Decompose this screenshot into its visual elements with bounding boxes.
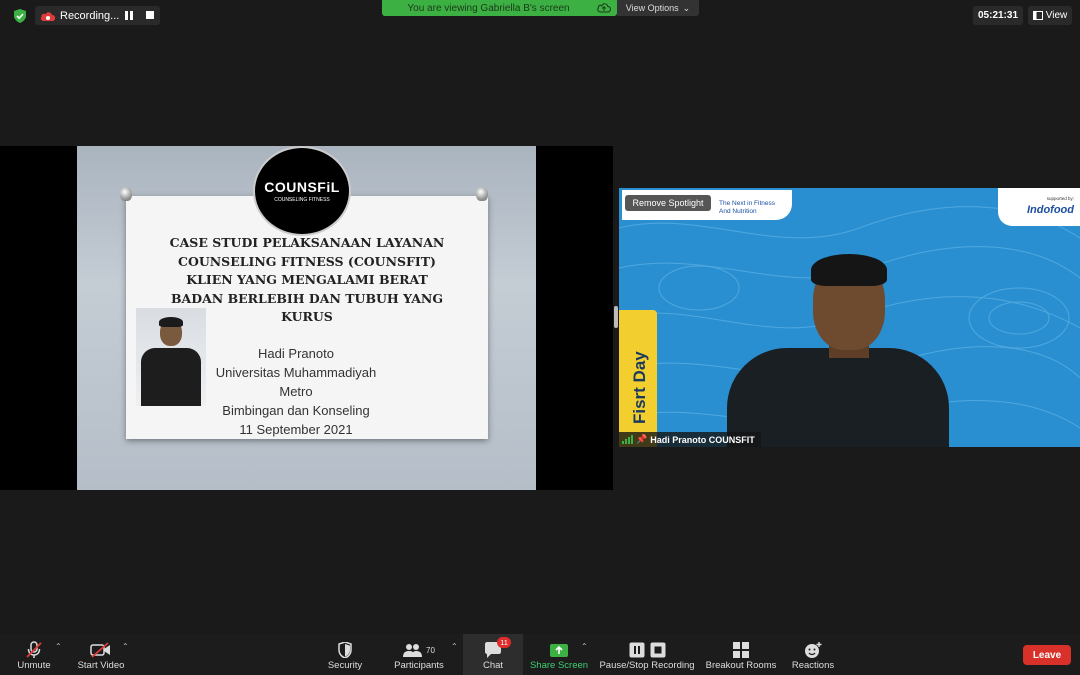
view-button[interactable]: View (1028, 6, 1072, 25)
slide-title-line: BADAN BERLEBIH DAN TUBUH YANG (170, 290, 444, 306)
stop-icon (650, 642, 665, 658)
pushpin-icon (120, 187, 132, 201)
cloud-recording-icon (40, 11, 56, 21)
leave-button[interactable]: Leave (1023, 645, 1071, 665)
resize-handle[interactable] (614, 306, 618, 328)
signal-strength-icon (622, 435, 633, 444)
reactions-label: Reactions (791, 660, 835, 671)
presenter-hair (811, 254, 887, 286)
participant-name: Hadi Pranoto COUNSFIT (650, 434, 755, 445)
slide-title-line: KLIEN YANG MENGALAMI BERAT (186, 272, 428, 287)
microphone-muted-icon (26, 641, 42, 658)
chevron-down-icon: ⌄ (682, 2, 691, 13)
breakout-rooms-label: Breakout Rooms (705, 660, 777, 671)
breakout-rooms-button[interactable]: Breakout Rooms (705, 634, 777, 675)
logo-text: COUNSFiL (264, 179, 340, 195)
participants-count: 70 (426, 645, 435, 655)
video-camera-off-icon (90, 642, 110, 658)
chevron-up-icon[interactable]: ⌃ (55, 642, 62, 651)
participant-name-tag: 📌 Hadi Pranoto COUNSFIT (619, 432, 761, 447)
share-screen-button[interactable]: Share Screen (528, 634, 590, 675)
presenter-photo (136, 308, 206, 406)
unmute-button[interactable]: Unmute (14, 634, 54, 675)
remove-spotlight-button[interactable]: Remove Spotlight (625, 195, 711, 211)
chat-unread-badge: 11 (497, 637, 511, 648)
author-department: Bimbingan dan Konseling (222, 403, 370, 418)
share-screen-icon (550, 643, 568, 657)
side-banner-text: Fisrt Day (630, 351, 649, 424)
security-label: Security (327, 660, 363, 671)
presentation-slide: CASE STUDI PELAKSANAAN LAYANAN COUNSELIN… (77, 146, 536, 490)
smiley-plus-icon (805, 642, 822, 658)
slide-title-line: CASE STUDI PELAKSANAAN LAYANAN (169, 235, 445, 250)
chevron-up-icon[interactable]: ⌃ (451, 642, 458, 651)
slide-author-block: Hadi Pranoto Universitas Muhammadiyah Me… (206, 344, 386, 439)
supported-by-label: supported by: (1046, 196, 1074, 201)
pause-recording-icon[interactable] (125, 11, 133, 20)
view-options-button[interactable]: View Options ⌄ (617, 0, 699, 16)
logo-subtext: COUNSELING FITNESS (274, 197, 330, 203)
shield-icon[interactable] (13, 9, 27, 23)
event-tagline: And Nutrition (719, 208, 757, 215)
meeting-toolbar: Unmute ⌃ Start Video ⌃ Security 70 Parti… (0, 634, 1080, 675)
chevron-up-icon[interactable]: ⌃ (581, 642, 588, 651)
unmute-label: Unmute (17, 660, 51, 671)
pin-icon: 📌 (636, 434, 648, 444)
meeting-timer: 05:21:31 (973, 6, 1023, 25)
participants-label: Participants (394, 660, 444, 671)
start-video-label: Start Video (77, 660, 125, 671)
event-tagline: The Next in Fitness (719, 200, 775, 207)
participants-icon (403, 644, 423, 657)
spotlight-video[interactable]: The Next in Fitness And Nutrition suppor… (619, 188, 1080, 447)
slide-date: 11 September 2021 (239, 422, 353, 437)
recording-indicator: Recording... (35, 6, 160, 25)
slide-title-line: COUNSELING FITNESS (COUNSFIT) (178, 253, 436, 269)
stop-recording-icon[interactable] (146, 11, 154, 19)
grid-view-icon (1032, 11, 1043, 20)
share-screen-label: Share Screen (529, 660, 589, 671)
start-video-button[interactable]: Start Video (75, 634, 127, 675)
reactions-button[interactable]: Reactions (790, 634, 836, 675)
pause-stop-recording-button[interactable]: Pause/Stop Recording (598, 634, 696, 675)
view-options-label: View Options (625, 3, 679, 13)
breakout-rooms-icon (733, 642, 749, 658)
sponsor-name: Indofood (1026, 204, 1074, 216)
shield-icon (338, 642, 352, 658)
view-label: View (1045, 10, 1068, 21)
counsfit-logo: COUNSFiL COUNSELING FITNESS (253, 146, 351, 236)
shared-screen[interactable]: CASE STUDI PELAKSANAAN LAYANAN COUNSELIN… (0, 146, 613, 490)
pause-stop-recording-label: Pause/Stop Recording (599, 660, 695, 671)
sponsor-card: supported by: Indofood (998, 188, 1080, 226)
screen-share-banner: You are viewing Gabriella B's screen (382, 0, 617, 16)
banner-text: You are viewing Gabriella B's screen (407, 2, 570, 14)
pause-icon (629, 642, 644, 658)
chevron-up-icon[interactable]: ⌃ (122, 642, 129, 651)
recording-label: Recording... (60, 9, 120, 22)
author-name: Hadi Pranoto (258, 346, 334, 361)
participants-button[interactable]: 70 Participants (391, 634, 447, 675)
author-university: Universitas Muhammadiyah Metro (215, 365, 377, 399)
cloud-upload-icon (597, 3, 611, 13)
security-button[interactable]: Security (324, 634, 366, 675)
zoom-meeting-window: Recording... You are viewing Gabriella B… (0, 0, 1080, 675)
pushpin-icon (476, 187, 488, 201)
chat-label: Chat (482, 660, 504, 671)
